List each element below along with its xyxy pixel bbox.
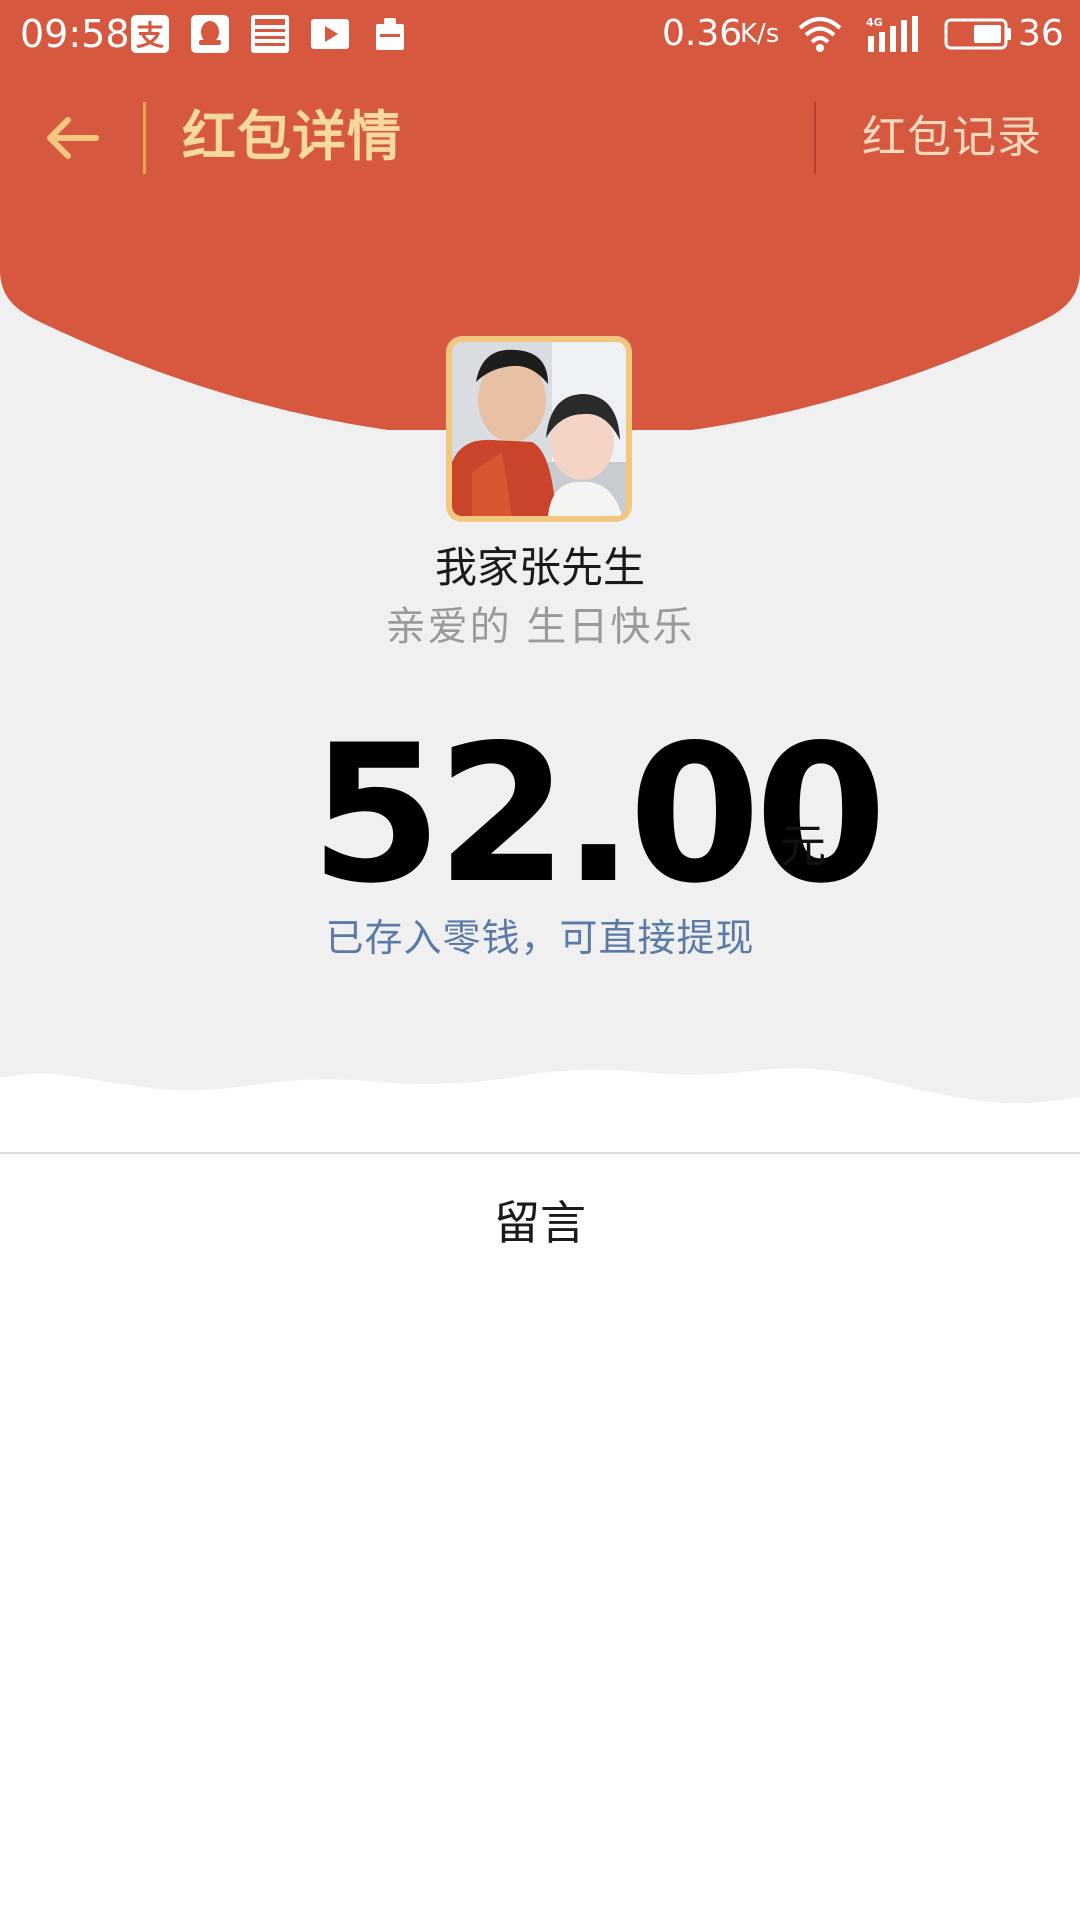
amount-value: 52.00 (310, 704, 887, 925)
battery-level: 36 (1018, 13, 1064, 54)
cloud-edge-decoration (0, 1068, 1080, 1160)
network-speed-unit: K/s (740, 19, 780, 49)
status-bar: 09:58 支 0.36 K/s 4G 36 (0, 0, 1080, 68)
sender-name: 我家张先生 (434, 543, 645, 592)
qq-icon (191, 15, 229, 53)
svg-text:4G: 4G (866, 16, 883, 29)
video-play-icon (311, 19, 349, 49)
message-section-title: 留言 (494, 1196, 586, 1250)
red-packet-detail-screen: 09:58 支 0.36 K/s 4G 36 红包详情 红包记录 我家张先生 亲… (0, 0, 1080, 1920)
page-title: 红包详情 (182, 105, 402, 168)
section-divider (0, 1152, 1080, 1154)
avatar-photo (452, 342, 626, 516)
svg-text:支: 支 (136, 19, 164, 52)
signal-4g-icon: 4G (866, 16, 918, 52)
network-speed: 0.36 (662, 13, 743, 54)
sender-avatar[interactable] (446, 336, 632, 522)
greeting-message: 亲爱的 生日快乐 (385, 604, 695, 650)
red-packet-records-button[interactable]: 红包记录 (862, 108, 1042, 168)
battery-icon (944, 18, 1011, 50)
amount-unit: 元 (780, 819, 826, 873)
back-arrow-icon[interactable] (38, 108, 106, 168)
saved-to-change-link[interactable]: 已存入零钱，可直接提现 (0, 912, 1080, 964)
news-icon (251, 15, 289, 53)
status-time: 09:58 (20, 12, 130, 56)
nav-divider (143, 102, 146, 174)
alipay-icon: 支 (131, 15, 169, 53)
wifi-icon (798, 17, 842, 52)
nav-divider-right (814, 102, 816, 174)
clipboard-icon (376, 18, 404, 50)
